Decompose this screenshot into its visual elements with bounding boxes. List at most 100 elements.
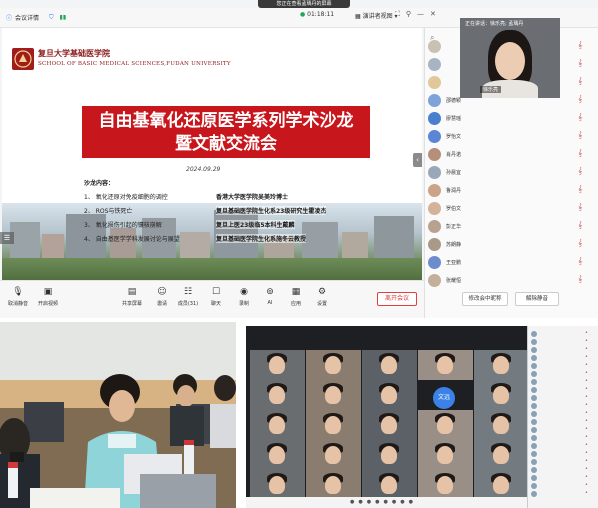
- gallery-participant-row[interactable]: •: [531, 346, 595, 354]
- gallery-participant-row[interactable]: •: [531, 386, 595, 394]
- mic-muted-icon[interactable]: •: [585, 450, 588, 456]
- mic-muted-icon[interactable]: •: [585, 362, 588, 368]
- participant-row[interactable]: 苏朗静 𝄞: [428, 236, 596, 254]
- video-tile[interactable]: [418, 440, 473, 470]
- mic-muted-icon[interactable]: •: [585, 394, 588, 400]
- video-tile[interactable]: [306, 440, 361, 470]
- minimize-icon[interactable]: —: [417, 10, 430, 18]
- leave-meeting-button[interactable]: 离开会议: [377, 292, 417, 306]
- mic-muted-icon[interactable]: •: [585, 434, 588, 440]
- video-tile[interactable]: [474, 350, 529, 380]
- toolbar-button[interactable]: ⊚ AI: [256, 286, 284, 306]
- mic-muted-icon[interactable]: •: [585, 442, 588, 448]
- participant-avatar[interactable]: 文远: [433, 387, 455, 409]
- gallery-participant-row[interactable]: •: [531, 354, 595, 362]
- mic-muted-icon[interactable]: •: [585, 370, 588, 376]
- video-tile[interactable]: [306, 410, 361, 440]
- participant-row[interactable]: 鲁润丹 𝄞: [428, 182, 596, 200]
- active-speaker-video[interactable]: [460, 18, 560, 98]
- gallery-participant-row[interactable]: •: [531, 418, 595, 426]
- chat-icon[interactable]: ●: [384, 499, 392, 505]
- mic-muted-icon[interactable]: •: [585, 354, 588, 360]
- video-tile[interactable]: [474, 410, 529, 440]
- mic-muted-icon[interactable]: •: [585, 426, 588, 432]
- toolbar-button[interactable]: ◉ 录制: [230, 286, 258, 307]
- toolbar-button[interactable]: ☺ 邀请: [148, 286, 176, 307]
- mic-muted-icon[interactable]: •: [585, 474, 588, 480]
- mic-muted-icon[interactable]: •: [585, 330, 588, 336]
- video-tile[interactable]: [250, 380, 305, 410]
- layout-view-button[interactable]: ▦ 演讲者视图 ▾: [355, 11, 398, 20]
- video-tile[interactable]: [474, 380, 529, 410]
- gallery-participant-row[interactable]: •: [531, 466, 595, 474]
- share-icon[interactable]: ●: [367, 499, 375, 505]
- video-tile[interactable]: [362, 350, 417, 380]
- mic-muted-icon[interactable]: 𝄞: [578, 77, 582, 86]
- participant-row[interactable]: 罗怡文 𝄞: [428, 128, 596, 146]
- signal-icon[interactable]: ▮▮: [60, 14, 67, 21]
- mic-muted-icon[interactable]: 𝄞: [578, 203, 582, 212]
- participant-row[interactable]: 罗伯文 𝄞: [428, 200, 596, 218]
- gallery-participant-row[interactable]: •: [531, 442, 595, 450]
- mic-muted-icon[interactable]: •: [585, 346, 588, 352]
- video-tile[interactable]: [306, 470, 361, 500]
- mic-muted-icon[interactable]: •: [585, 338, 588, 344]
- gallery-participant-row[interactable]: •: [531, 394, 595, 402]
- mic-muted-icon[interactable]: •: [585, 402, 588, 408]
- video-tile[interactable]: [250, 410, 305, 440]
- video-tile[interactable]: [362, 410, 417, 440]
- mic-muted-icon[interactable]: 𝄞: [578, 275, 582, 284]
- mic-muted-icon[interactable]: •: [585, 466, 588, 472]
- mic-muted-icon[interactable]: •: [585, 378, 588, 384]
- video-tile[interactable]: [250, 440, 305, 470]
- gallery-participant-row[interactable]: •: [531, 490, 595, 498]
- toolbar-button[interactable]: ⚙ 设置: [308, 286, 336, 307]
- mic-muted-icon[interactable]: •: [585, 386, 588, 392]
- gallery-participant-row[interactable]: •: [531, 370, 595, 378]
- gallery-participant-row[interactable]: •: [531, 330, 595, 338]
- gallery-participant-row[interactable]: •: [531, 362, 595, 370]
- gallery-participant-row[interactable]: •: [531, 378, 595, 386]
- mic-muted-icon[interactable]: •: [585, 458, 588, 464]
- toolbar-button[interactable]: ☐ 聊天: [202, 286, 230, 307]
- meeting-details-button[interactable]: ⓘ 会议详情: [6, 13, 39, 22]
- participant-row[interactable]: 孙晨宜 𝄞: [428, 164, 596, 182]
- gallery-participant-row[interactable]: •: [531, 450, 595, 458]
- gallery-participant-row[interactable]: •: [531, 402, 595, 410]
- video-tile[interactable]: [306, 350, 361, 380]
- toolbar-button[interactable]: 🎙 取消静音: [4, 286, 32, 307]
- toolbar-button[interactable]: ▣ 开启视频: [34, 286, 62, 307]
- pin-icon[interactable]: ⚲: [406, 10, 417, 18]
- participant-row[interactable]: 张耀恒 𝄞: [428, 272, 596, 290]
- video-tile[interactable]: [418, 350, 473, 380]
- fullscreen-icon[interactable]: ⛶: [395, 10, 406, 18]
- mic-muted-icon[interactable]: 𝄞: [578, 59, 582, 68]
- mic-muted-icon[interactable]: 𝄞: [578, 167, 582, 176]
- mic-muted-icon[interactable]: •: [585, 410, 588, 416]
- slide-thumbnail-toggle[interactable]: ☰: [0, 232, 14, 244]
- gallery-participant-row[interactable]: •: [531, 426, 595, 434]
- video-tile[interactable]: [362, 470, 417, 500]
- shield-icon[interactable]: ⛉: [49, 14, 54, 22]
- mic-muted-icon[interactable]: 𝄞: [578, 131, 582, 140]
- toolbar-button[interactable]: ▦ 应用: [282, 286, 310, 307]
- participant-row[interactable]: 王亚鹏 𝄞: [428, 254, 596, 272]
- mic-muted-icon[interactable]: 𝄞: [578, 221, 582, 230]
- rename-button[interactable]: 修改会中昵称: [462, 292, 508, 306]
- participant-row[interactable]: 肖丹诺 𝄞: [428, 146, 596, 164]
- camera-icon[interactable]: ●: [358, 499, 366, 505]
- video-tile[interactable]: [474, 470, 529, 500]
- video-tile[interactable]: [250, 350, 305, 380]
- gallery-participant-row[interactable]: •: [531, 458, 595, 466]
- video-tile[interactable]: [362, 380, 417, 410]
- toolbar-button[interactable]: ▤ 共享屏幕: [118, 286, 146, 307]
- mic-muted-icon[interactable]: 𝄞: [578, 95, 582, 104]
- settings-icon[interactable]: ●: [400, 499, 408, 505]
- mic-muted-icon[interactable]: 𝄞: [578, 239, 582, 248]
- mic-muted-icon[interactable]: •: [585, 482, 588, 488]
- gallery-participant-row[interactable]: •: [531, 482, 595, 490]
- mic-muted-icon[interactable]: 𝄞: [578, 149, 582, 158]
- mic-muted-icon[interactable]: 𝄞: [578, 257, 582, 266]
- more-icon[interactable]: ●: [409, 499, 417, 505]
- participant-row[interactable]: 廖慧瑶 𝄞: [428, 110, 596, 128]
